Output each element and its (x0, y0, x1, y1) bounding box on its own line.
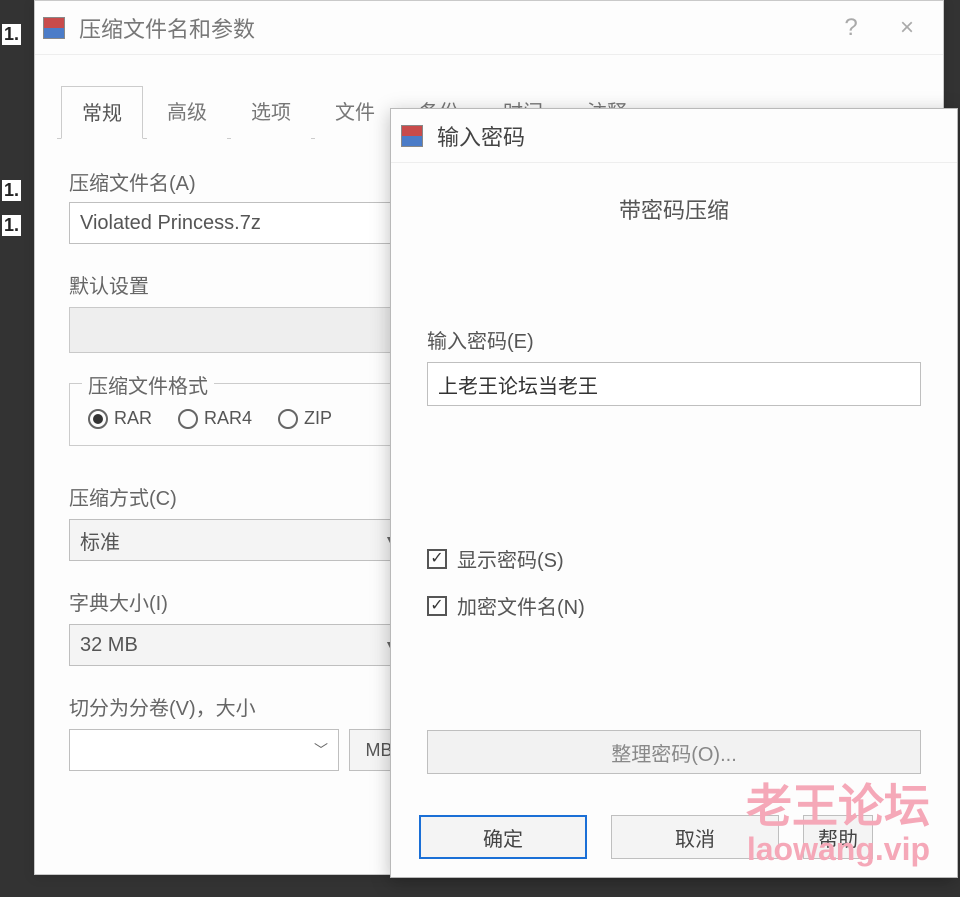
window-title: 压缩文件名和参数 (79, 12, 823, 44)
winrar-icon (401, 125, 423, 147)
checkbox-label: 加密文件名(N) (457, 591, 585, 620)
cancel-button[interactable]: 取消 (611, 815, 779, 859)
radio-text: RAR (114, 408, 152, 429)
combo-value: 标准 (80, 526, 120, 555)
chevron-down-icon: ﹀ (314, 740, 328, 760)
password-label: 输入密码(E) (427, 325, 921, 354)
radio-icon[interactable] (278, 409, 298, 429)
password-input[interactable] (427, 362, 921, 406)
titlebar: 输入密码 (391, 109, 957, 163)
bg-list-number: 1. (2, 24, 21, 45)
help-button-icon[interactable]: ? (823, 7, 879, 49)
dialog-actions: 确定 取消 帮助 (391, 815, 957, 859)
tab-options[interactable]: 选项 (231, 86, 311, 139)
radio-icon[interactable] (88, 409, 108, 429)
ok-button[interactable]: 确定 (419, 815, 587, 859)
winrar-icon (43, 17, 65, 39)
password-heading: 带密码压缩 (427, 193, 921, 225)
radio-text: RAR4 (204, 408, 252, 429)
checkbox-label: 显示密码(S) (457, 544, 564, 573)
encrypt-names-row[interactable]: 加密文件名(N) (427, 591, 921, 620)
split-size-combo[interactable]: ﹀ (69, 729, 339, 771)
format-radio-zip[interactable]: ZIP (278, 408, 332, 429)
format-radio-rar[interactable]: RAR (88, 408, 152, 429)
bg-list-number: 1. (2, 215, 21, 236)
help-button[interactable]: 帮助 (803, 815, 873, 859)
close-icon[interactable]: × (879, 7, 935, 49)
radio-text: ZIP (304, 408, 332, 429)
organize-passwords-button[interactable]: 整理密码(O)... (427, 730, 921, 774)
dictionary-size-select[interactable]: 32 MB ▼ (69, 624, 409, 666)
format-radio-rar4[interactable]: RAR4 (178, 408, 252, 429)
checkbox-icon[interactable] (427, 596, 447, 616)
password-dialog: 输入密码 带密码压缩 输入密码(E) 显示密码(S) 加密文件名(N) 整理密码… (390, 108, 958, 878)
window-title: 输入密码 (437, 120, 525, 152)
combo-value: 32 MB (80, 634, 138, 657)
checkbox-icon[interactable] (427, 549, 447, 569)
format-group-legend: 压缩文件格式 (82, 370, 214, 399)
format-group: 压缩文件格式 RAR RAR4 ZIP (69, 383, 409, 446)
tab-general[interactable]: 常规 (61, 86, 143, 139)
compression-method-select[interactable]: 标准 ▼ (69, 519, 409, 561)
titlebar: 压缩文件名和参数 ? × (35, 1, 943, 55)
show-password-row[interactable]: 显示密码(S) (427, 544, 921, 573)
radio-icon[interactable] (178, 409, 198, 429)
tab-files[interactable]: 文件 (315, 86, 395, 139)
tab-advanced[interactable]: 高级 (147, 86, 227, 139)
bg-list-number: 1. (2, 180, 21, 201)
